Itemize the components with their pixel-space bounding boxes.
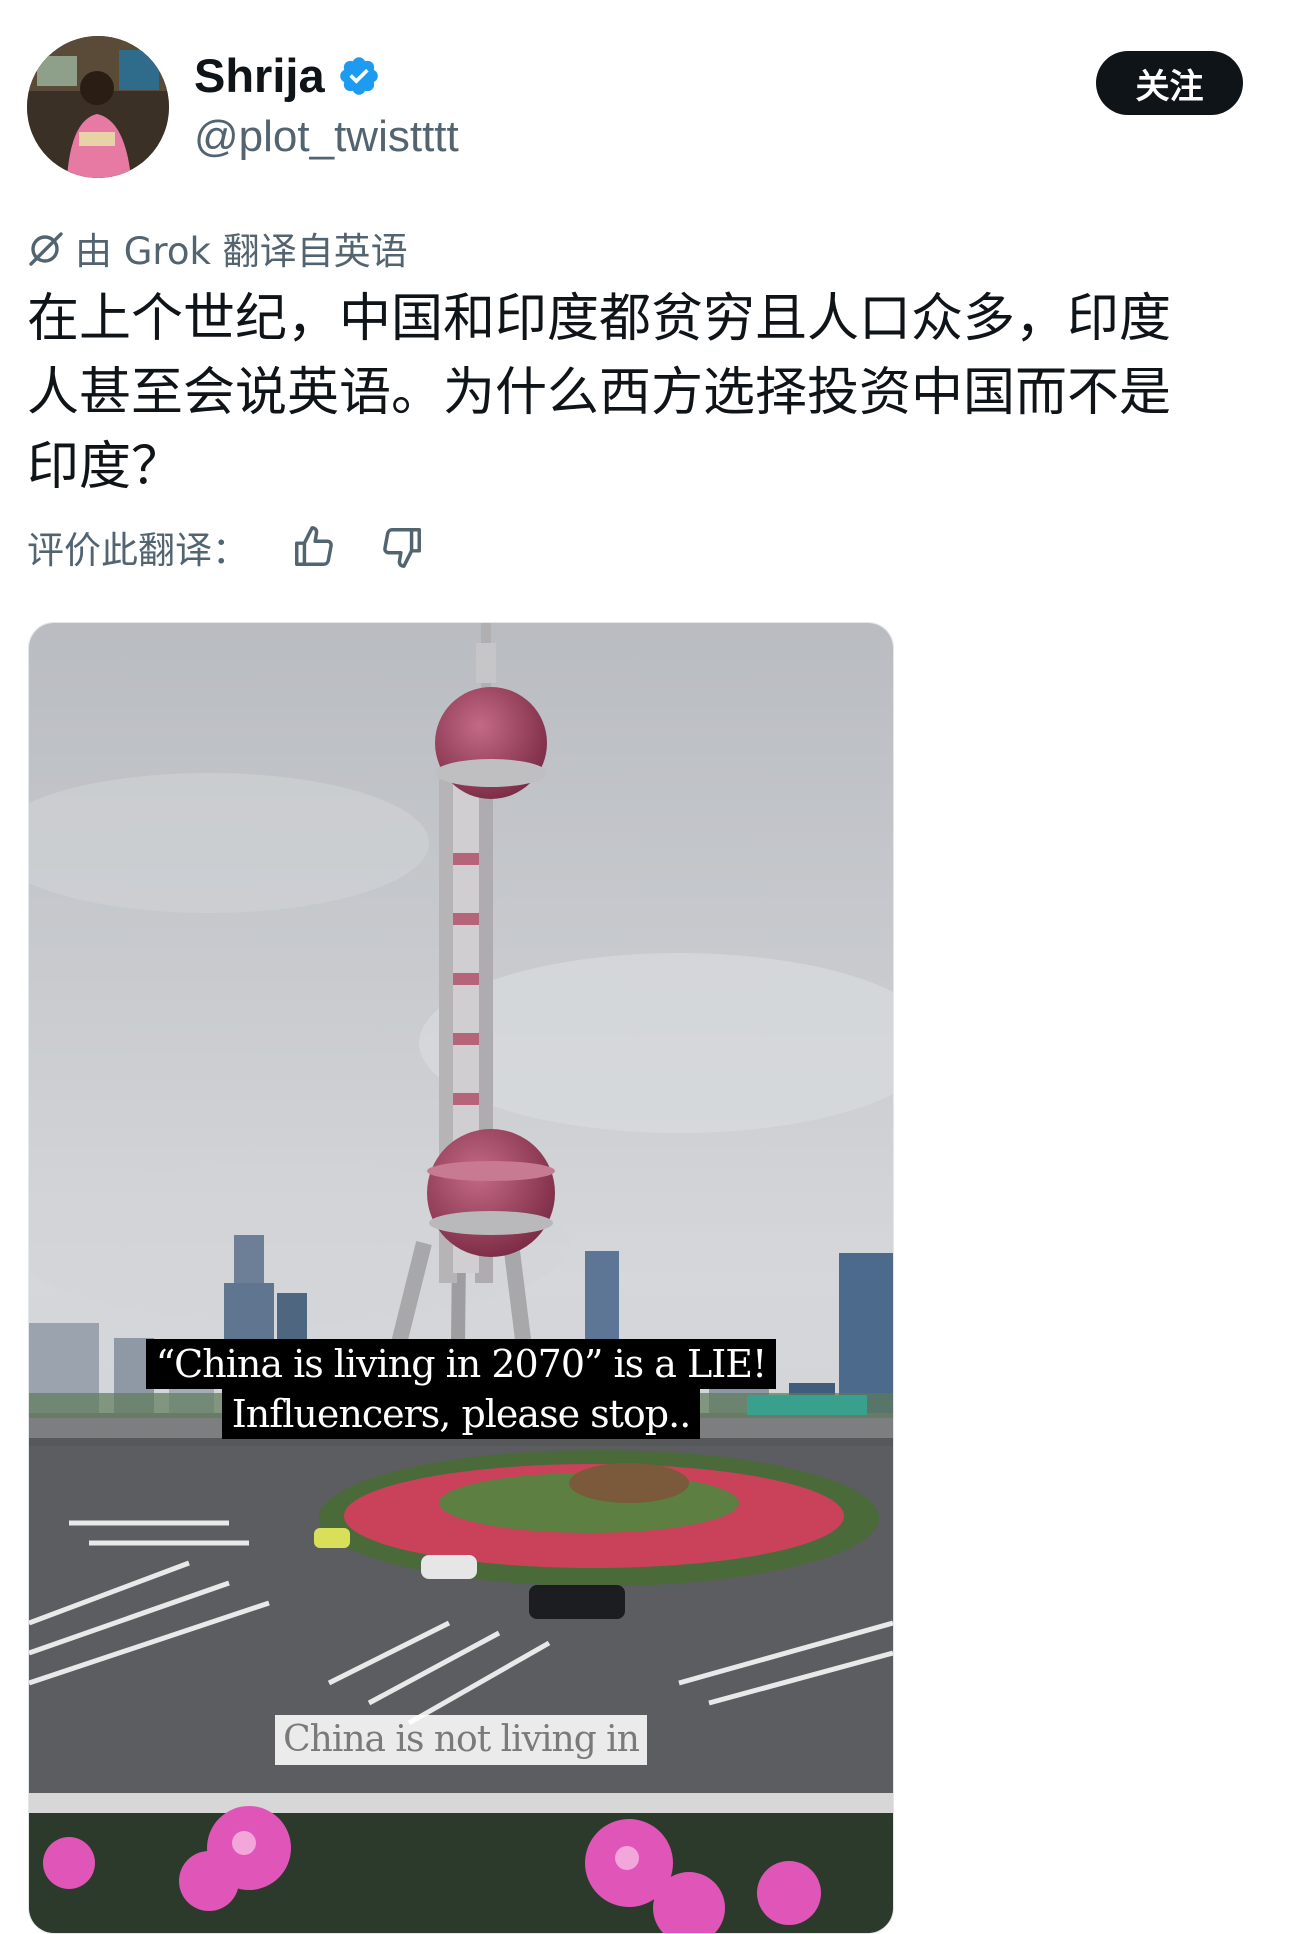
verified-badge-icon [339,56,378,95]
video-caption-top: “China is living in 2070” is a LIE! Infl… [29,1339,893,1439]
tweet-text-line: 印度？ [27,437,184,497]
translate-icon [29,232,63,266]
tweet-text-line: 人甚至会说英语。为什么西方选择投资中国而不是 [27,363,1172,423]
caption-line-1: “China is living in 2070” is a LIE! [145,1339,777,1389]
translation-note: 由 Grok 翻译自英语 [27,221,408,275]
tweet-media-image[interactable]: “China is living in 2070” is a LIE! Infl… [28,622,894,1934]
follow-button[interactable]: 关注 [1096,51,1243,115]
tweet-text-line: 在上个世纪，中国和印度都贫穷且人口众多，印度 [27,289,1172,349]
caption-line-2: Influencers, please stop.. [221,1389,701,1439]
user-avatar[interactable] [27,36,169,178]
author-handle[interactable]: @plot_twistttt [194,112,459,162]
video-caption-bottom: China is not living in [29,1715,893,1765]
thumbs-down-icon[interactable] [379,524,425,570]
author-name-row: Shrija [194,48,381,103]
avatar-photo [27,36,169,178]
rate-translation-label: 评价此翻译： [27,529,249,572]
author-display-name[interactable]: Shrija [194,48,325,103]
rate-translation-row: 评价此翻译： [27,520,425,574]
caption-bottom-text: China is not living in [275,1715,647,1765]
translation-note-text: 由 Grok 翻译自英语 [75,230,408,273]
tweet-text: 在上个世纪，中国和印度都贫穷且人口众多，印度 人甚至会说英语。为什么西方选择投资… [27,282,1247,504]
thumbs-up-icon[interactable] [291,524,337,570]
